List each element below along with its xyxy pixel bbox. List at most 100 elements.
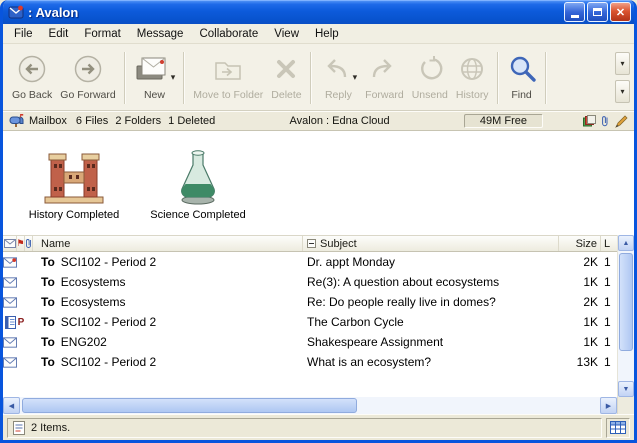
menu-view[interactable]: View xyxy=(266,26,307,42)
header-last-column[interactable]: L xyxy=(601,236,617,251)
right-arrow-icon: ▶ xyxy=(606,402,611,410)
toolbar-overflow-bottom-button[interactable]: ▾ xyxy=(615,80,630,103)
recipient-name: SCI102 - Period 2 xyxy=(61,255,156,269)
go-back-button[interactable]: Go Back xyxy=(8,49,56,107)
building-icon xyxy=(43,149,105,205)
minimize-button[interactable] xyxy=(564,2,585,22)
mailbox-icon xyxy=(9,114,24,128)
pen-icon[interactable] xyxy=(614,115,628,128)
delete-label: Delete xyxy=(271,89,301,101)
subject-cell: Re(3): A question about ecosystems xyxy=(303,275,559,289)
maximize-button[interactable] xyxy=(587,2,608,22)
document-icon xyxy=(5,316,16,329)
header-size-column[interactable]: Size xyxy=(559,236,601,251)
go-forward-button[interactable]: Go Forward xyxy=(56,49,119,107)
toolbar-separator xyxy=(183,52,185,104)
paperclip-icon[interactable] xyxy=(601,115,609,127)
scroll-up-button[interactable]: ▲ xyxy=(618,235,634,251)
item-count: 2 Items. xyxy=(31,422,70,434)
app-icon xyxy=(8,4,24,20)
find-button[interactable]: Find xyxy=(503,49,541,107)
shortcut-label: History Completed xyxy=(29,209,119,221)
reply-icon xyxy=(320,55,350,83)
up-arrow-icon: ▲ xyxy=(623,240,630,247)
menu-help[interactable]: Help xyxy=(307,26,347,42)
horizontal-scroll-thumb[interactable] xyxy=(22,398,357,413)
reply-dropdown-icon[interactable]: ▾ xyxy=(353,73,358,82)
menu-edit[interactable]: Edit xyxy=(41,26,77,42)
header-envelope-column[interactable] xyxy=(3,236,17,251)
to-label: To xyxy=(41,275,55,289)
shortcut-history-completed[interactable]: History Completed xyxy=(15,141,133,235)
grid-view-icon xyxy=(610,421,626,434)
shortcut-label: Science Completed xyxy=(150,209,245,221)
horizontal-scrollbar-row: ◀ ▶ xyxy=(3,397,634,414)
table-row[interactable]: ToSCI102 - Period 2 Dr. appt Monday 2K 1 xyxy=(3,252,617,272)
scroll-left-button[interactable]: ◀ xyxy=(3,397,20,414)
flag-icon: ⚑ xyxy=(16,238,24,249)
toolbar-overflow: ▾ ▾ xyxy=(615,52,631,103)
horizontal-scrollbar[interactable]: ◀ ▶ xyxy=(3,397,617,414)
menu-message[interactable]: Message xyxy=(129,26,192,42)
header-subject-column[interactable]: Subject xyxy=(303,236,559,251)
table-row[interactable]: ToEcosystems Re: Do people really live i… xyxy=(3,292,617,312)
table-row[interactable]: ToENG202 Shakespeare Assignment 1K 1 xyxy=(3,332,617,352)
last-cell: 1 xyxy=(601,255,617,269)
move-to-folder-button[interactable]: Move to Folder xyxy=(189,49,267,107)
menu-format[interactable]: Format xyxy=(76,26,128,42)
size-cell: 2K xyxy=(559,295,601,309)
shortcut-science-completed[interactable]: Science Completed xyxy=(139,141,257,235)
close-button[interactable]: ✕ xyxy=(610,2,631,22)
menu-file[interactable]: File xyxy=(6,26,41,42)
horizontal-scroll-track[interactable] xyxy=(359,397,600,414)
vertical-scroll-track[interactable] xyxy=(618,353,634,381)
envelope-icon xyxy=(3,257,17,268)
last-cell: 1 xyxy=(601,335,617,349)
forward-icon xyxy=(369,55,399,83)
to-label: To xyxy=(41,335,55,349)
collapse-subject-icon[interactable] xyxy=(307,239,316,248)
new-dropdown-icon[interactable]: ▾ xyxy=(171,73,176,82)
statusbar: 2 Items. xyxy=(3,414,634,440)
scrollbar-corner xyxy=(617,397,634,414)
subject-column-label: Subject xyxy=(320,238,357,250)
dropdown-icon: ▾ xyxy=(620,59,624,68)
menu-collaborate[interactable]: Collaborate xyxy=(191,26,266,42)
reply-label: Reply xyxy=(325,89,352,101)
forward-button[interactable]: Forward xyxy=(361,49,408,107)
toolbar: Go Back Go Forward ▾ N xyxy=(3,44,634,111)
reply-button[interactable]: ▾ Reply xyxy=(316,49,362,107)
header-name-column[interactable]: Name xyxy=(33,236,303,251)
table-row[interactable]: ToSCI102 - Period 2 What is an ecosystem… xyxy=(3,352,617,372)
app-window: : Avalon ✕ File Edit Format Message Coll… xyxy=(0,0,637,443)
header-flag-column[interactable]: ⚑ xyxy=(17,236,25,251)
colored-pages-icon[interactable] xyxy=(583,115,596,127)
files-count: 6 Files xyxy=(76,115,108,127)
unsend-button[interactable]: Unsend xyxy=(408,49,452,107)
view-toggle[interactable] xyxy=(606,418,630,438)
vertical-scrollbar[interactable]: ▲ ▼ xyxy=(617,235,634,397)
message-list: ⚑ Name Subject Size xyxy=(3,235,634,397)
history-button[interactable]: History xyxy=(452,49,493,107)
toolbar-separator xyxy=(545,52,547,104)
unsend-icon xyxy=(416,55,444,83)
scroll-down-button[interactable]: ▼ xyxy=(618,381,634,397)
toolbar-overflow-top-button[interactable]: ▾ xyxy=(615,52,630,75)
find-icon xyxy=(507,54,537,84)
item-count-icon xyxy=(13,421,25,435)
last-cell: 1 xyxy=(601,275,617,289)
table-row[interactable]: ToEcosystems Re(3): A question about eco… xyxy=(3,272,617,292)
deleted-count: 1 Deleted xyxy=(168,115,215,127)
new-button[interactable]: ▾ New xyxy=(130,49,180,107)
list-rows: ToSCI102 - Period 2 Dr. appt Monday 2K 1 xyxy=(3,252,617,372)
mailbox-label: Mailbox xyxy=(29,115,67,127)
scroll-right-button[interactable]: ▶ xyxy=(600,397,617,414)
status-panel: 2 Items. xyxy=(7,418,602,438)
header-attachment-column[interactable] xyxy=(25,236,33,251)
vertical-scroll-thumb[interactable] xyxy=(619,253,633,351)
delete-button[interactable]: Delete xyxy=(267,49,305,107)
table-row[interactable]: P ToSCI102 - Period 2 The Carbon Cycle 1… xyxy=(3,312,617,332)
envelope-icon xyxy=(3,337,17,348)
go-forward-icon xyxy=(73,54,103,84)
close-icon: ✕ xyxy=(616,6,625,19)
